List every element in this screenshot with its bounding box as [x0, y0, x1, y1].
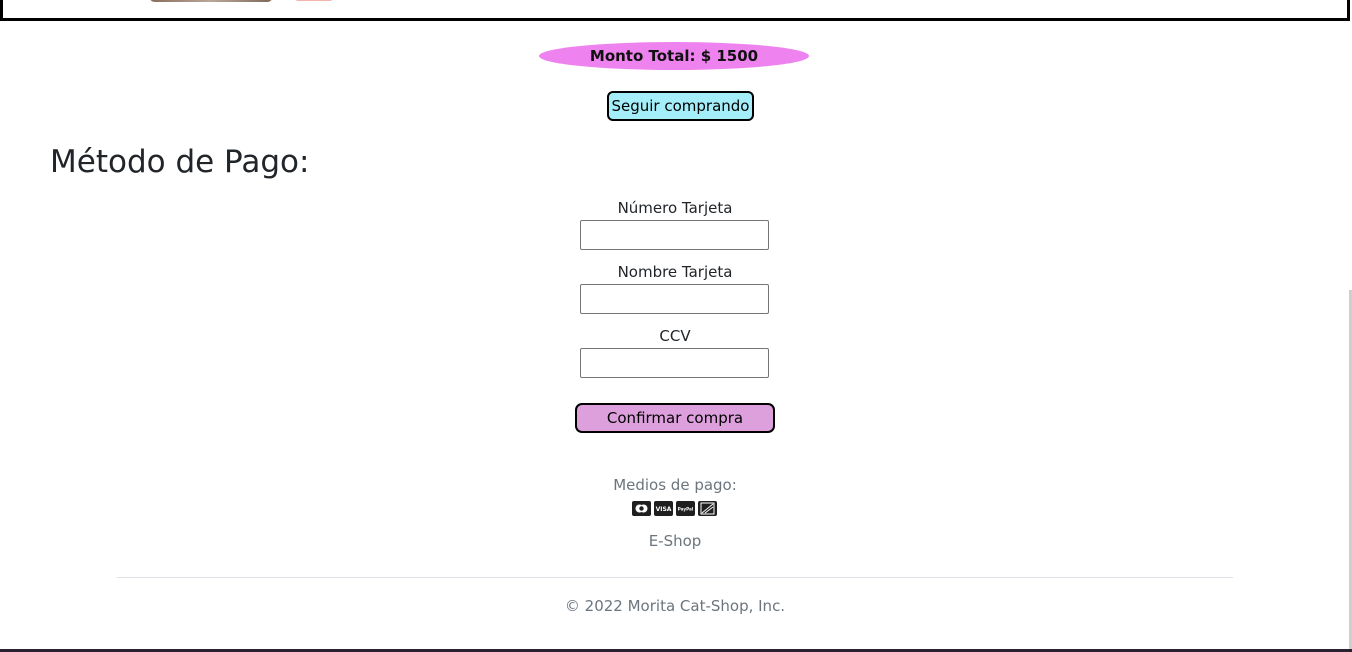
footer-divider — [117, 577, 1233, 578]
continue-shopping-button[interactable]: Seguir comprando — [607, 91, 754, 121]
amex-icon — [698, 501, 717, 516]
copyright-text: © 2022 Morita Cat-Shop, Inc. — [564, 597, 786, 615]
mastercard-icon — [632, 501, 651, 516]
ccv-input[interactable] — [580, 348, 769, 378]
remove-item-button[interactable] — [295, 0, 333, 1]
eshop-link[interactable]: E-Shop — [575, 532, 775, 550]
confirm-purchase-button[interactable]: Confirmar compra — [575, 403, 775, 433]
payment-icons: VISA PayPal — [632, 501, 717, 516]
card-number-label: Número Tarjeta — [617, 199, 733, 217]
card-name-input[interactable] — [580, 284, 769, 314]
ccv-label: CCV — [659, 327, 691, 345]
total-amount: Monto Total: $ 1500 — [539, 42, 809, 70]
checkout-page: Monto Total: $ 1500 Seguir comprando Mét… — [0, 0, 1352, 652]
cart-item-card — [0, 0, 1350, 21]
visa-icon: VISA — [654, 501, 673, 516]
product-image — [149, 0, 273, 2]
payment-methods-label: Medios de pago: — [613, 476, 737, 494]
paypal-text: PayPal — [678, 507, 694, 512]
visa-text: VISA — [656, 506, 672, 513]
card-name-label: Nombre Tarjeta — [617, 263, 733, 281]
paypal-icon: PayPal — [676, 501, 695, 516]
card-number-input[interactable] — [580, 220, 769, 250]
payment-method-title: Método de Pago: — [50, 144, 310, 180]
